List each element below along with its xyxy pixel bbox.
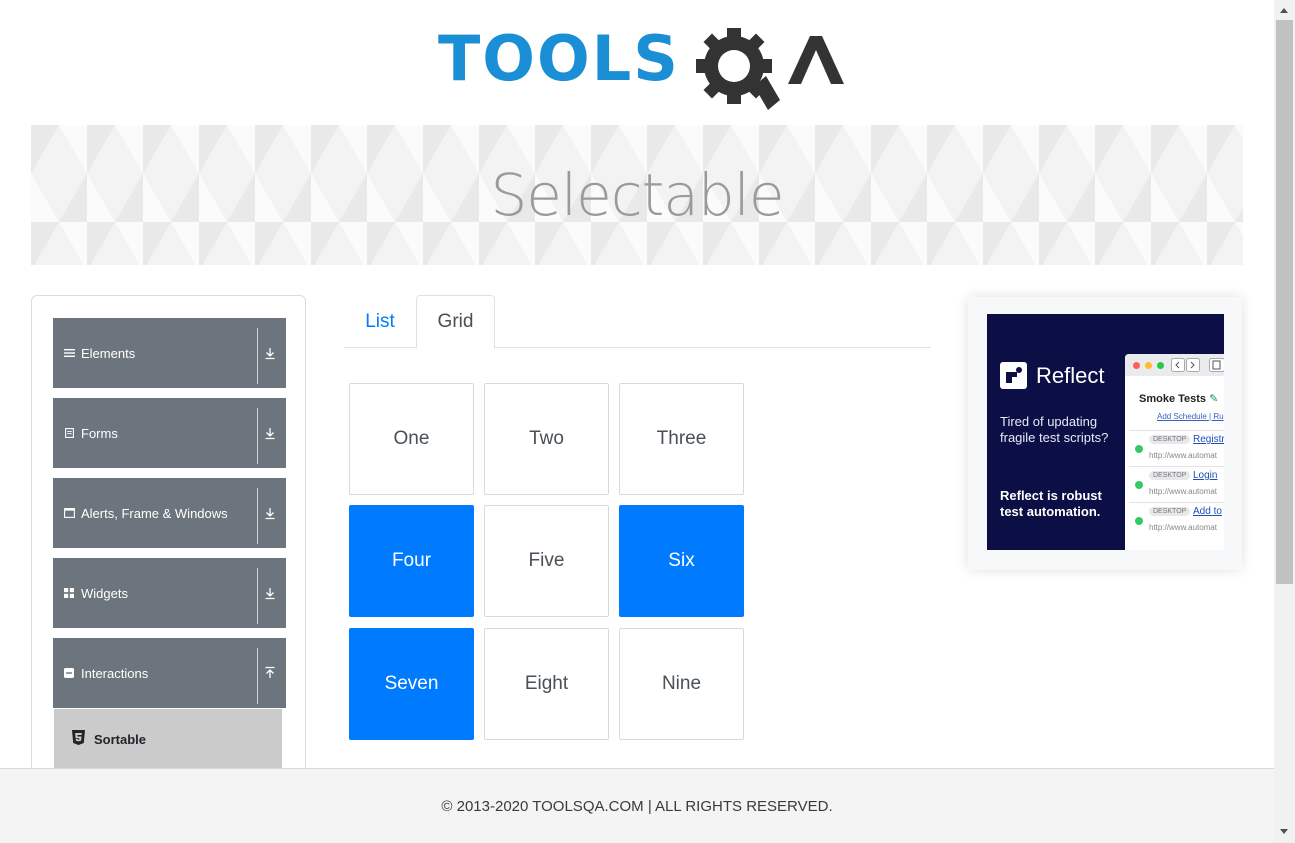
hamburger-icon bbox=[63, 348, 75, 358]
grid-cell-three[interactable]: Three bbox=[619, 383, 744, 495]
ad-tagline: Tired of updating fragile test scripts? bbox=[1000, 414, 1109, 445]
grid-cell-eight[interactable]: Eight bbox=[484, 628, 609, 740]
minimize-dot-icon bbox=[1145, 362, 1152, 369]
ad-test-row: DESKTOP Registr http://www.automat bbox=[1129, 430, 1224, 466]
expand-arrow-icon[interactable] bbox=[264, 505, 276, 521]
tab-list[interactable]: List bbox=[344, 295, 416, 348]
page-banner: Selectable bbox=[31, 125, 1243, 265]
grid-cell-seven[interactable]: Seven bbox=[349, 628, 474, 740]
window-icon bbox=[63, 508, 75, 518]
grid-cell-two[interactable]: Two bbox=[484, 383, 609, 495]
sidebar-item-sortable[interactable]: Sortable bbox=[54, 709, 282, 769]
footer: © 2013-2020 TOOLSQA.COM | ALL RIGHTS RES… bbox=[0, 768, 1274, 843]
tab-grid[interactable]: Grid bbox=[416, 295, 495, 349]
footer-copyright: © 2013-2020 TOOLSQA.COM | ALL RIGHTS RES… bbox=[441, 797, 833, 815]
sidebar-group-label: Forms bbox=[81, 425, 118, 441]
scroll-up-arrow-icon[interactable] bbox=[1280, 8, 1288, 13]
maximize-dot-icon bbox=[1157, 362, 1164, 369]
sidebar-group-forms[interactable]: Forms bbox=[53, 398, 286, 468]
expand-arrow-icon[interactable] bbox=[264, 425, 276, 441]
grid-icon bbox=[63, 588, 75, 598]
grid-cell-four[interactable]: Four bbox=[349, 505, 474, 617]
grid-cell-nine[interactable]: Nine bbox=[619, 628, 744, 740]
collapse-arrow-icon[interactable] bbox=[264, 665, 276, 681]
test-url: http://www.automat bbox=[1149, 487, 1218, 496]
sidebar-group-alerts-frame-windows[interactable]: Alerts, Frame & Windows bbox=[53, 478, 286, 548]
status-dot-icon bbox=[1135, 481, 1143, 489]
html5-icon bbox=[72, 730, 85, 748]
tag-badge: DESKTOP bbox=[1149, 435, 1191, 444]
sidebar-group-label: Elements bbox=[81, 345, 136, 361]
sidebar-group-elements[interactable]: Elements bbox=[53, 318, 286, 388]
sidebar-group-label: Interactions bbox=[81, 665, 149, 681]
tag-badge: DESKTOP bbox=[1149, 507, 1191, 516]
interaction-icon bbox=[63, 668, 75, 678]
divider bbox=[257, 488, 258, 544]
sidebar-toggle-icon bbox=[1209, 358, 1224, 372]
reflect-logo-icon bbox=[1000, 362, 1027, 389]
expand-arrow-icon[interactable] bbox=[264, 585, 276, 601]
tag-badge: DESKTOP bbox=[1149, 471, 1191, 480]
scrollbar-thumb[interactable] bbox=[1276, 20, 1293, 584]
ad-test-row: DESKTOP Login http://www.automat bbox=[1129, 466, 1224, 502]
pencil-icon: ✎ bbox=[1209, 393, 1219, 405]
scroll-down-arrow-icon[interactable] bbox=[1280, 829, 1288, 834]
reflect-ad[interactable]: Reflect Tired of updating fragile test s… bbox=[987, 314, 1224, 550]
ad-brand-name: Reflect bbox=[1036, 362, 1105, 388]
sidebar-group-widgets[interactable]: Widgets bbox=[53, 558, 286, 628]
nav-arrows-icon bbox=[1171, 358, 1200, 372]
grid-cell-six[interactable]: Six bbox=[619, 505, 744, 617]
sidebar-group-label: Alerts, Frame & Windows bbox=[81, 505, 228, 521]
sidebar-group-interactions[interactable]: Interactions bbox=[53, 638, 286, 708]
close-dot-icon bbox=[1133, 362, 1140, 369]
ad-window-subtitle: Add Schedule | Ru bbox=[1157, 412, 1224, 421]
sidebar: Elements Forms Alerts, Frame & Windows W… bbox=[31, 295, 306, 775]
test-link: Registr bbox=[1193, 434, 1224, 445]
ad-test-row: DESKTOP Add to http://www.automat bbox=[1129, 502, 1224, 538]
expand-arrow-icon[interactable] bbox=[264, 345, 276, 361]
logo-tools-text: TOOLS bbox=[438, 22, 680, 95]
test-url: http://www.automat bbox=[1149, 523, 1218, 532]
grid-cell-one[interactable]: One bbox=[349, 383, 474, 495]
form-icon bbox=[63, 428, 75, 438]
divider bbox=[257, 328, 258, 384]
divider bbox=[257, 648, 258, 704]
grid-cell-five[interactable]: Five bbox=[484, 505, 609, 617]
divider bbox=[257, 408, 258, 464]
toolsqa-logo[interactable]: TOOLS bbox=[438, 22, 844, 114]
header: TOOLS bbox=[0, 0, 1274, 120]
ad-window-title: Smoke Tests ✎ bbox=[1139, 393, 1219, 405]
sidebar-group-label: Widgets bbox=[81, 585, 128, 601]
page-title: Selectable bbox=[490, 161, 784, 229]
test-link: Add to bbox=[1193, 506, 1222, 517]
tab-bar: List Grid bbox=[344, 295, 931, 349]
status-dot-icon bbox=[1135, 517, 1143, 525]
divider bbox=[257, 568, 258, 624]
test-link: Login bbox=[1193, 470, 1218, 481]
status-dot-icon bbox=[1135, 445, 1143, 453]
logo-qa-gear-icon bbox=[696, 28, 844, 110]
ad-brand: Reflect bbox=[1000, 362, 1104, 389]
ad-pitch: Reflect is robust test automation. bbox=[1000, 488, 1102, 519]
ad-app-window: Smoke Tests ✎ Add Schedule | Ru DESKTOP … bbox=[1125, 354, 1224, 550]
test-url: http://www.automat bbox=[1149, 451, 1218, 460]
page-scrollbar[interactable] bbox=[1274, 0, 1295, 843]
ad-window-titlebar bbox=[1125, 354, 1224, 376]
sidebar-item-label: Sortable bbox=[94, 731, 147, 747]
